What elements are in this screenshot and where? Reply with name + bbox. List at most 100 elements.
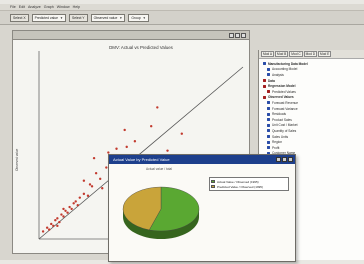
tab-mod-b[interactable]: Mod B bbox=[275, 51, 289, 57]
folder-icon bbox=[263, 79, 266, 83]
app-window: File Edit Analyze Graph Window Help Sele… bbox=[0, 4, 364, 262]
chevron-down-icon: ▼ bbox=[142, 15, 146, 20]
minimize-icon[interactable] bbox=[276, 157, 281, 162]
group-select[interactable]: Group ▼ bbox=[128, 13, 149, 22]
scatter-point bbox=[78, 196, 81, 199]
pie-window-title: Actual Value by Predicted Value bbox=[113, 156, 170, 162]
scatter-point bbox=[166, 149, 169, 152]
select-y-button[interactable]: Select Y bbox=[69, 13, 88, 22]
y-variable-value: Observed value bbox=[93, 15, 118, 20]
scatter-point bbox=[82, 179, 86, 182]
scatter-point bbox=[50, 222, 53, 226]
folder-icon bbox=[267, 112, 270, 116]
menu-analyze[interactable]: Analyze bbox=[28, 5, 41, 9]
tab-mod-d[interactable]: Mod D bbox=[303, 51, 318, 57]
tree-item-label: Predicted Values bbox=[272, 89, 296, 94]
pie-window-titlebar[interactable]: Actual Value by Predicted Value bbox=[109, 155, 295, 164]
maximize-icon[interactable] bbox=[282, 157, 287, 162]
tree-item-label: Forecast Variance bbox=[272, 106, 298, 111]
folder-icon bbox=[267, 67, 270, 71]
chevron-down-icon: ▼ bbox=[60, 15, 63, 20]
tree-item-label: Observed Values bbox=[268, 95, 294, 100]
scatter-y-axis-label: Observed value bbox=[15, 148, 19, 171]
scatter-point bbox=[76, 203, 79, 207]
scatter-point bbox=[56, 224, 59, 228]
x-variable-select[interactable]: Predicted value ▼ bbox=[31, 13, 66, 22]
scatter-point bbox=[156, 106, 159, 109]
tree-item-label: Residuals bbox=[272, 112, 286, 117]
scatter-point bbox=[62, 215, 65, 218]
legend-label: Predicted Value / Observed (1995) bbox=[217, 184, 263, 189]
folder-icon bbox=[267, 73, 270, 77]
toolbar: Select X Predicted value ▼ Select Y Obse… bbox=[0, 11, 364, 25]
scatter-point bbox=[180, 132, 183, 135]
close-icon[interactable] bbox=[241, 33, 246, 38]
scatter-window-titlebar[interactable] bbox=[13, 31, 249, 40]
menu-help[interactable]: Help bbox=[73, 5, 80, 9]
tree-item-label: Product Sales bbox=[272, 117, 292, 122]
scatter-point bbox=[66, 211, 69, 214]
menu-bar: File Edit Analyze Graph Window Help bbox=[0, 4, 364, 11]
scatter-point bbox=[48, 228, 51, 231]
scatter-point bbox=[64, 209, 67, 212]
folder-icon bbox=[267, 146, 270, 150]
folder-icon bbox=[267, 135, 270, 139]
pie-subtitle: Actual value / total bbox=[145, 167, 173, 171]
tab-mod-a[interactable]: Mod A bbox=[261, 51, 275, 57]
scatter-point bbox=[92, 156, 96, 160]
folder-icon bbox=[267, 118, 270, 122]
scatter-point bbox=[62, 207, 65, 211]
scatter-point bbox=[60, 213, 63, 216]
tree-item-label: Unit Cost / Market bbox=[272, 123, 298, 128]
scatter-chart-title: DMV: Actual vs Predicted Values bbox=[109, 45, 173, 50]
scatter-point bbox=[115, 147, 118, 150]
close-icon[interactable] bbox=[288, 157, 293, 162]
scatter-point bbox=[74, 200, 77, 203]
folder-icon bbox=[267, 123, 270, 127]
folder-icon bbox=[267, 90, 270, 94]
pie-legend: Actual Value / Observed (1995) Predicted… bbox=[209, 177, 289, 191]
scatter-point bbox=[70, 207, 73, 211]
tree-item-label: Manufacturing Data Model bbox=[268, 61, 308, 66]
pie-chart-window: Actual Value by Predicted Value Actual v… bbox=[108, 154, 296, 262]
scatter-point bbox=[123, 128, 126, 132]
tree-item-label: Profit bbox=[272, 145, 280, 150]
model-tabs: Mod A Mod B Mod C Mod D Mod E bbox=[259, 50, 364, 59]
legend-item: Predicted Value / Observed (1995) bbox=[211, 184, 287, 189]
select-x-button[interactable]: Select X bbox=[10, 13, 29, 22]
menu-graph[interactable]: Graph bbox=[44, 5, 54, 9]
scatter-point bbox=[90, 185, 94, 188]
tree-item-label: Accounting Model bbox=[272, 67, 298, 72]
scatter-point bbox=[45, 226, 49, 229]
y-variable-select[interactable]: Observed value ▼ bbox=[90, 13, 126, 22]
scatter-point bbox=[88, 183, 92, 186]
menu-window[interactable]: Window bbox=[57, 5, 70, 9]
scatter-point bbox=[41, 230, 45, 233]
scatter-point bbox=[101, 187, 104, 190]
folder-icon bbox=[267, 140, 270, 144]
minimize-icon[interactable] bbox=[229, 33, 234, 38]
tab-mod-c[interactable]: Mod C bbox=[289, 51, 303, 57]
tab-mod-e[interactable]: Mod E bbox=[318, 51, 332, 57]
scatter-point bbox=[86, 194, 90, 197]
folder-icon bbox=[267, 107, 270, 111]
folder-icon bbox=[263, 95, 266, 99]
folder-icon bbox=[267, 101, 270, 105]
maximize-icon[interactable] bbox=[235, 33, 240, 38]
folder-icon bbox=[267, 129, 270, 133]
folder-icon bbox=[263, 84, 266, 88]
legend-swatch bbox=[211, 180, 215, 183]
tree-item-label: Data bbox=[268, 78, 275, 83]
scatter-point bbox=[125, 145, 128, 149]
pie-slices bbox=[122, 186, 200, 239]
scatter-point bbox=[52, 224, 55, 228]
tree-item-label: Region bbox=[272, 140, 283, 145]
scatter-point bbox=[68, 205, 71, 209]
menu-edit[interactable]: Edit bbox=[19, 5, 25, 9]
scatter-point bbox=[133, 140, 137, 143]
tree-item-label: Analysis bbox=[272, 72, 284, 77]
menu-file[interactable]: File bbox=[10, 5, 16, 9]
legend-label: Actual Value / Observed (1995) bbox=[217, 179, 259, 184]
scatter-point bbox=[82, 192, 86, 196]
pie-chart[interactable] bbox=[115, 173, 207, 255]
